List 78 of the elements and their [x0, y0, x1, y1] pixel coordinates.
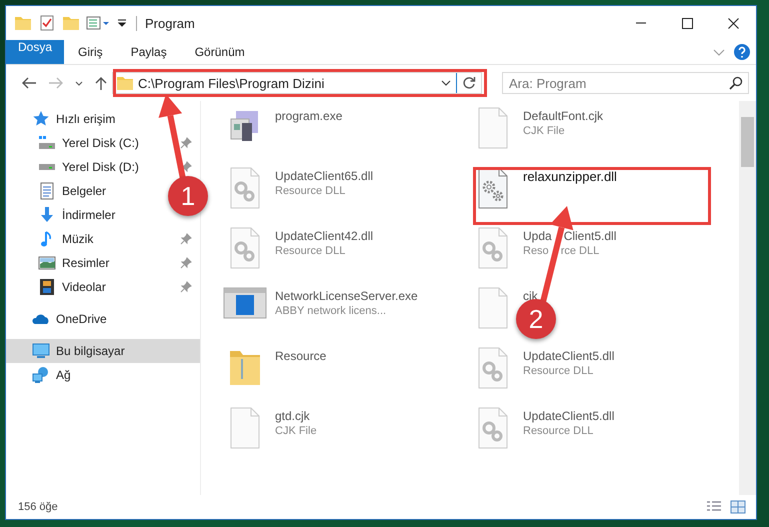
address-path: C:\Program Files\Program Dizini: [138, 76, 326, 90]
document-icon[interactable]: [228, 407, 262, 449]
download-arrow-icon: [38, 206, 56, 224]
file-menu-button[interactable]: Dosya: [6, 40, 64, 64]
address-bar[interactable]: C:\Program Files\Program Dizini: [112, 72, 482, 94]
star-icon: [32, 110, 50, 128]
file-name[interactable]: gtd.cjk: [275, 409, 317, 423]
file-type: rce DLL: [560, 245, 600, 257]
document-icon[interactable]: [476, 287, 510, 329]
refresh-icon[interactable]: [461, 75, 477, 91]
gears-document-icon[interactable]: [476, 167, 510, 209]
item-count: 156 öğe: [18, 501, 58, 513]
sidebar-item[interactable]: Hızlı erişim: [56, 112, 116, 126]
drive-icon: [39, 164, 55, 170]
file-name[interactable]: DefaultFont.cjk: [523, 109, 604, 123]
forward-arrow-icon[interactable]: [47, 75, 65, 91]
gears-document-icon[interactable]: [228, 167, 262, 209]
search-icon: [729, 76, 743, 90]
application-window-icon[interactable]: [223, 287, 267, 319]
file-type: Resource DLL: [275, 185, 346, 197]
drive-icon: [38, 134, 56, 152]
help-icon[interactable]: [734, 44, 750, 60]
search-field[interactable]: Ara: Program: [502, 72, 749, 94]
up-arrow-icon[interactable]: [93, 75, 109, 91]
file-type: ABBY network licens...: [275, 305, 388, 317]
file-type: CJK File: [275, 425, 317, 437]
ribbon-tab[interactable]: Görünüm: [180, 40, 259, 64]
file-name[interactable]: program.exe: [275, 109, 342, 123]
sidebar-item[interactable]: Bu bilgisayar: [6, 339, 200, 363]
sidebar-item[interactable]: İndirmeler: [62, 208, 116, 222]
network-icon: [32, 366, 50, 384]
ribbon-tab[interactable]: Paylaş: [116, 40, 181, 64]
sidebar-item[interactable]: Yerel Disk (C:): [62, 136, 139, 150]
minimize-icon: [636, 22, 646, 24]
properties-icon[interactable]: [86, 14, 110, 32]
picture-icon: [38, 254, 56, 272]
ribbon-tab[interactable]: Giriş: [64, 40, 117, 64]
monitor-icon: [32, 342, 50, 360]
file-type: CJK File: [523, 125, 566, 137]
checklist-icon[interactable]: [38, 14, 56, 32]
sidebar-item[interactable]: Müzik: [62, 232, 94, 246]
file-type: Reso: [523, 245, 549, 257]
maximize-icon: [682, 18, 692, 28]
close-icon: [728, 18, 738, 28]
file-name[interactable]: Upda: [523, 229, 552, 243]
file-name[interactable]: Client5.dll: [564, 229, 616, 243]
sidebar-item[interactable]: Belgeler: [62, 184, 106, 198]
file-name[interactable]: UpdateClient5.dll: [523, 349, 614, 363]
sidebar-item[interactable]: Resimler: [62, 256, 110, 270]
folder-icon[interactable]: [14, 14, 32, 32]
large-icons-view-icon[interactable]: [730, 500, 746, 514]
file-name[interactable]: NetworkLicenseServer.exe: [275, 289, 418, 303]
file-name[interactable]: UpdateClient5.dll: [523, 409, 614, 423]
file-name[interactable]: relaxunzipper.dll: [523, 169, 617, 184]
file-name[interactable]: UpdateClient65.dll: [275, 169, 374, 183]
sidebar-item[interactable]: OneDrive: [56, 312, 107, 326]
sidebar-item[interactable]: Videolar: [62, 280, 106, 294]
gears-document-icon[interactable]: [228, 227, 262, 269]
file-name[interactable]: Resource: [275, 349, 326, 363]
file-name[interactable]: UpdateClient42.dll: [275, 229, 374, 243]
document-icon[interactable]: [476, 107, 510, 149]
sidebar-item[interactable]: Ağ: [56, 368, 71, 382]
folder-icon: [116, 74, 134, 92]
file-type: Resource DLL: [523, 365, 594, 377]
step-badge: 2: [516, 299, 556, 339]
gears-document-icon[interactable]: [476, 347, 510, 389]
gears-document-icon[interactable]: [476, 227, 510, 269]
film-icon: [38, 278, 56, 296]
step-badge: 1: [168, 176, 208, 216]
back-arrow-icon[interactable]: [20, 75, 38, 91]
file-type: Resource DLL: [523, 425, 594, 437]
document-icon: [38, 182, 56, 200]
file-type: Resource DLL: [275, 245, 346, 257]
gears-document-icon[interactable]: [476, 407, 510, 449]
folder-icon[interactable]: [62, 14, 80, 32]
scrollbar[interactable]: [739, 101, 756, 495]
window-title: Program: [136, 16, 195, 30]
sidebar-item[interactable]: Yerel Disk (D:): [62, 160, 139, 174]
